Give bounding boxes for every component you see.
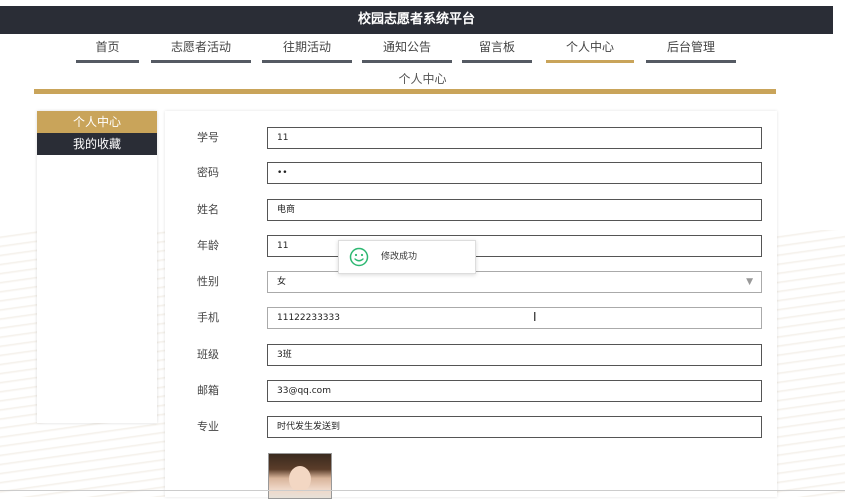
form-row-major: 专业 时代发生发送到 — [165, 416, 777, 438]
field-label: 密码 — [197, 166, 219, 179]
email-input[interactable]: 33@qq.com — [267, 380, 762, 402]
sidebar-item-favorites[interactable]: 我的收藏 — [37, 133, 157, 155]
profile-form: 学号 11 密码 •• 姓名 电商 年龄 11 性别 女 ▼ 手机 111222… — [165, 111, 777, 497]
main-nav: 首页 志愿者活动 往期活动 通知公告 留言板 个人中心 后台管理 — [0, 34, 845, 64]
gender-select-value: 女 — [277, 277, 287, 287]
nav-admin[interactable]: 后台管理 — [646, 34, 736, 63]
field-label: 班级 — [197, 348, 219, 361]
chevron-down-icon[interactable]: ▼ — [746, 272, 753, 292]
field-label: 邮箱 — [197, 384, 219, 397]
nav-volunteer-activities[interactable]: 志愿者活动 — [151, 34, 251, 63]
toast-message: 修改成功 — [381, 252, 418, 262]
field-label: 姓名 — [197, 203, 219, 216]
app-title-bar: 校园志愿者系统平台 — [0, 6, 833, 34]
form-row-email: 邮箱 33@qq.com — [165, 380, 777, 402]
nav-message-board[interactable]: 留言板 — [462, 34, 532, 63]
nav-past-activities[interactable]: 往期活动 — [262, 34, 352, 63]
class-input[interactable]: 3班 — [267, 344, 762, 366]
smile-icon — [349, 247, 369, 267]
student-id-input[interactable]: 11 — [267, 127, 762, 149]
field-label: 年龄 — [197, 239, 219, 252]
phone-input[interactable]: 11122233333 — [267, 307, 762, 329]
field-label: 学号 — [197, 131, 219, 144]
field-label: 手机 — [197, 311, 219, 324]
text-cursor-icon: I — [533, 310, 537, 324]
page-subtitle: 个人中心 — [398, 72, 447, 86]
bottom-border — [0, 490, 845, 491]
success-toast: 修改成功 — [338, 240, 476, 274]
sidebar-item-personal-center[interactable]: 个人中心 — [37, 111, 157, 133]
nav-home[interactable]: 首页 — [76, 34, 139, 63]
avatar[interactable] — [268, 453, 332, 499]
divider — [34, 89, 776, 94]
name-input[interactable]: 电商 — [267, 199, 762, 221]
field-label: 专业 — [197, 420, 219, 433]
sidebar: 个人中心 我的收藏 — [37, 111, 157, 423]
form-row-password: 密码 •• — [165, 162, 777, 184]
avatar-face — [289, 466, 311, 492]
field-label: 性别 — [197, 275, 219, 288]
gender-select[interactable]: 女 ▼ — [267, 271, 762, 293]
major-input[interactable]: 时代发生发送到 — [267, 416, 762, 438]
nav-personal-center[interactable]: 个人中心 — [546, 34, 634, 63]
form-row-name: 姓名 电商 — [165, 199, 777, 221]
form-row-class: 班级 3班 — [165, 344, 777, 366]
nav-notices[interactable]: 通知公告 — [362, 34, 452, 63]
form-row-phone: 手机 11122233333 — [165, 307, 777, 329]
form-row-gender: 性别 女 ▼ — [165, 271, 777, 293]
app-title: 校园志愿者系统平台 — [357, 12, 475, 27]
password-input[interactable]: •• — [267, 162, 762, 184]
form-row-student-id: 学号 11 — [165, 127, 777, 149]
